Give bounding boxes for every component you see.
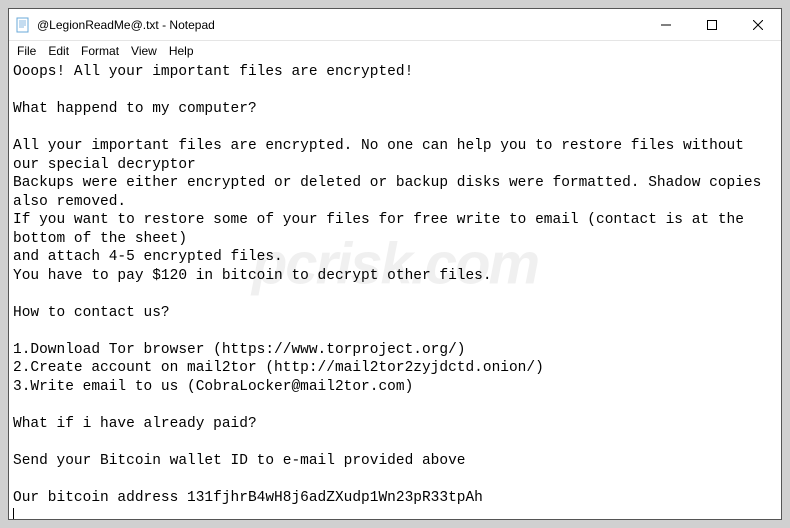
window-title: @LegionReadMe@.txt - Notepad	[37, 18, 643, 32]
minimize-button[interactable]	[643, 9, 689, 41]
menu-bar: File Edit Format View Help	[9, 41, 781, 61]
menu-view[interactable]: View	[125, 43, 163, 59]
notepad-window: @LegionReadMe@.txt - Notepad File Edit F…	[8, 8, 782, 520]
close-button[interactable]	[735, 9, 781, 41]
text-editor[interactable]: Ooops! All your important files are encr…	[9, 61, 781, 519]
menu-file[interactable]: File	[11, 43, 42, 59]
text-caret	[13, 508, 14, 519]
menu-format[interactable]: Format	[75, 43, 125, 59]
maximize-button[interactable]	[689, 9, 735, 41]
notepad-app-icon	[15, 17, 31, 33]
editor-content: Ooops! All your important files are encr…	[13, 64, 770, 506]
menu-edit[interactable]: Edit	[42, 43, 75, 59]
window-controls	[643, 9, 781, 40]
title-bar[interactable]: @LegionReadMe@.txt - Notepad	[9, 9, 781, 41]
menu-help[interactable]: Help	[163, 43, 200, 59]
